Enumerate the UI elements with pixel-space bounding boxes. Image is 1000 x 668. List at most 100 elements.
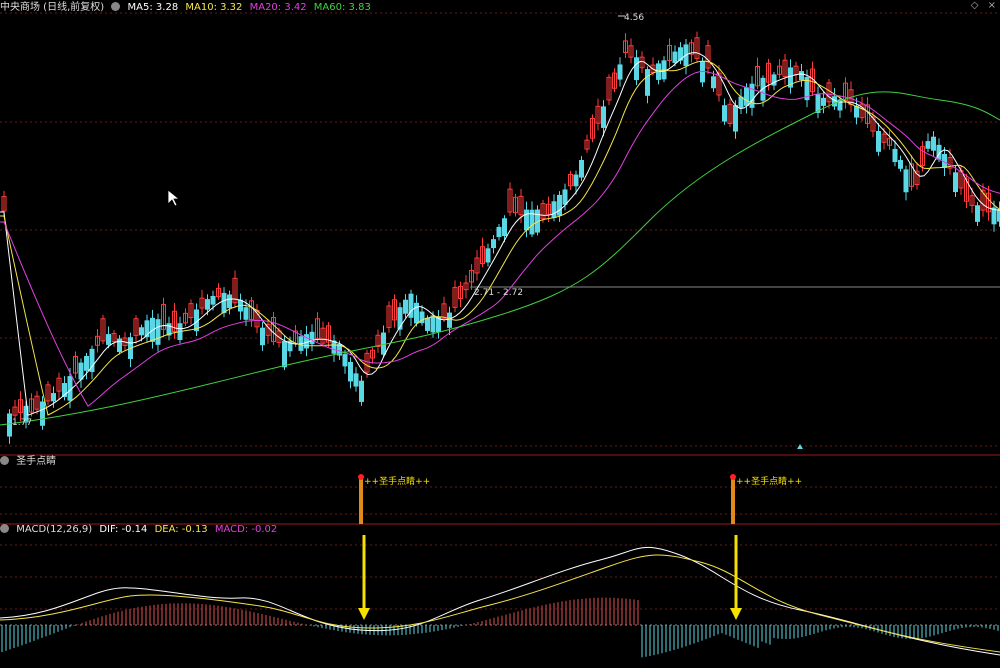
candlestick	[447, 306, 452, 335]
candlestick	[386, 301, 392, 333]
candlestick	[298, 330, 304, 355]
candle-body	[260, 327, 265, 346]
candlestick	[821, 91, 826, 114]
candle-body	[562, 189, 568, 205]
candlestick	[815, 86, 821, 119]
candlestick	[254, 304, 260, 334]
low-price-label: 1.77	[12, 418, 33, 428]
candlestick	[45, 381, 51, 406]
candle-body	[78, 362, 84, 380]
candlestick	[513, 193, 518, 217]
candle-body	[634, 57, 639, 81]
candle-body	[430, 315, 436, 333]
dea-value: DEA: -0.13	[154, 524, 208, 535]
candlestick	[887, 130, 892, 150]
candlestick	[623, 33, 628, 59]
ma20-value: MA20: 3.42	[249, 2, 307, 13]
candle-body	[348, 361, 353, 382]
candle-body	[551, 201, 557, 218]
candlestick	[535, 205, 540, 236]
ma60-line	[0, 91, 1000, 426]
candlestick	[73, 351, 78, 379]
candlestick	[584, 134, 590, 153]
candlestick	[12, 400, 18, 420]
candlestick	[408, 289, 414, 327]
candlestick	[606, 74, 612, 106]
candle-body	[491, 239, 496, 249]
candlestick	[172, 302, 177, 339]
candlestick	[898, 155, 903, 172]
candle-body	[40, 401, 45, 426]
candle-body	[898, 160, 903, 169]
price-panel-header: 中央商场 (日线,前复权) MA5: 3.28 MA10: 3.32 MA20:…	[0, 0, 375, 16]
candle-body	[342, 354, 348, 367]
candlestick	[216, 283, 221, 300]
close-icon[interactable]: ×	[988, 0, 996, 11]
stock-chart[interactable]	[0, 0, 1000, 668]
diamond-icon[interactable]: ◇	[971, 0, 979, 11]
candlestick	[265, 319, 271, 344]
candlestick	[271, 311, 276, 346]
candlestick	[777, 59, 782, 79]
candle-body	[799, 71, 804, 81]
candlestick	[452, 280, 458, 313]
candle-body	[925, 141, 931, 149]
candlestick	[359, 375, 364, 406]
candlestick	[876, 123, 881, 156]
candle-body	[221, 292, 227, 314]
candlestick	[931, 131, 936, 157]
mouse-cursor-icon	[167, 189, 181, 207]
candle-body	[524, 209, 529, 231]
window-controls: ◇ ×	[965, 0, 996, 11]
candle-body	[408, 293, 414, 318]
candlestick	[166, 316, 172, 341]
candlestick	[689, 39, 694, 63]
candle-body	[282, 340, 287, 368]
candle-body	[403, 299, 408, 314]
candlestick	[694, 31, 700, 63]
settings-icon[interactable]	[111, 2, 121, 11]
candle-body	[892, 148, 898, 163]
candlestick	[95, 329, 100, 353]
candlestick	[617, 57, 623, 87]
macd-title: MACD(12,26,9)	[16, 524, 93, 535]
candle-body	[617, 64, 623, 80]
range-label: 2.71 - 2.72	[474, 288, 524, 298]
candlestick	[469, 264, 474, 290]
candle-body	[991, 207, 997, 225]
candlestick	[568, 170, 573, 190]
candle-body	[485, 248, 491, 263]
candlestick	[634, 49, 639, 86]
candle-body	[205, 299, 210, 310]
candlestick	[194, 303, 199, 337]
candlestick	[727, 98, 733, 127]
candlestick	[903, 165, 909, 201]
settings-icon[interactable]	[0, 524, 9, 533]
candle-body	[309, 331, 315, 345]
candlestick	[370, 347, 375, 364]
candle-body	[243, 307, 249, 320]
candlestick	[403, 294, 408, 318]
candlestick	[458, 281, 463, 308]
candle-body	[359, 380, 364, 402]
macd-value: MACD: -0.02	[214, 524, 278, 535]
settings-icon[interactable]	[0, 456, 9, 465]
candlestick	[133, 315, 139, 344]
dif-line	[0, 546, 1000, 656]
candle-body	[738, 96, 744, 108]
candle-body	[672, 51, 678, 64]
candlestick	[348, 357, 353, 389]
candlestick	[782, 54, 788, 85]
candle-body	[733, 105, 738, 132]
candlestick	[320, 321, 326, 347]
candle-body	[7, 413, 12, 437]
signal-arrow-head	[358, 608, 370, 620]
timeline-marker-icon	[797, 444, 803, 449]
candlestick	[232, 270, 238, 309]
candlestick	[700, 57, 705, 87]
candlestick	[590, 114, 595, 143]
candle-body	[821, 97, 826, 106]
signal-bar	[731, 478, 735, 524]
candlestick	[771, 71, 777, 91]
candle-body	[722, 105, 727, 122]
